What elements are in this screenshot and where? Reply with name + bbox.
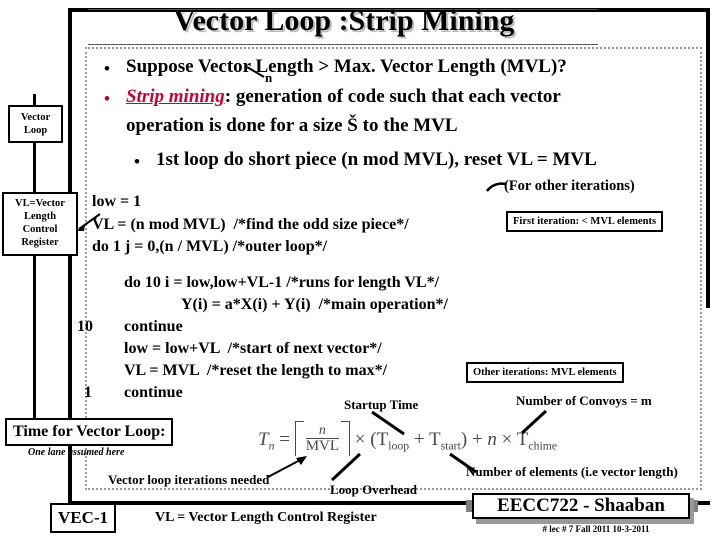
annotation-box-other-iterations: Other iterations: MVL elements — [466, 362, 624, 383]
code-line-4: Y(i) = a*X(i) + Y(i) /*main operation*/ — [181, 296, 448, 313]
formula-frac-numerator: n — [318, 422, 326, 438]
bullet-marker-1: • — [104, 59, 110, 78]
formula-times-2: × — [501, 428, 513, 450]
ceiling-bracket-right-icon — [341, 421, 351, 456]
formula-lhs-sub: n — [268, 439, 275, 453]
bullet-marker-3: • — [134, 152, 140, 171]
label-startup-time: Startup Time — [344, 397, 419, 412]
code-label-1: 1 — [84, 384, 92, 401]
formula-plus-2: + — [471, 428, 483, 450]
connector-bottom — [33, 256, 36, 422]
footer-caption: VL = Vector Length Control Register — [155, 510, 377, 525]
formula-sub-loop: loop — [388, 439, 410, 453]
loop-overhead-leader — [330, 452, 362, 482]
bullet-first-loop: 1st loop do short piece (n mod MVL), res… — [156, 149, 597, 170]
code-line-6: low = low+VL /*start of next vector*/ — [124, 340, 382, 357]
annotation-box-first-iteration: First iteration: < MVL elements — [506, 211, 664, 232]
bullet-mvl-question: Suppose Vector Length > Max. Vector Leng… — [126, 56, 567, 77]
strip-mining-line-2: operation is done for a size Š to the MV… — [126, 115, 458, 136]
code-line-3: do 10 i = low,low+VL-1 /*runs for length… — [124, 274, 440, 291]
n-annotation-arrow — [246, 66, 265, 78]
strip-mining-text: : generation of code such that each vect… — [224, 86, 561, 107]
formula-paren-close: ) — [460, 428, 468, 450]
one-lane-note: One lane assumed here — [28, 447, 125, 458]
formula-times-1: × — [354, 428, 366, 450]
bullet-marker-2: • — [104, 89, 110, 108]
page-title: Vector Loop :Strip Mining — [173, 4, 515, 37]
side-box-vl-register: VL=Vector Length Control Register — [2, 192, 78, 256]
formula-fraction: n MVL — [305, 422, 340, 455]
bullet-strip-mining: Strip mining: generation of code such th… — [126, 87, 561, 107]
formula-plus-tstart: + T — [413, 428, 441, 450]
code-line-8: continue — [124, 384, 183, 401]
convoys-leader — [520, 409, 548, 435]
vector-loop-iterations-leader — [267, 456, 307, 478]
formula-n-var: n — [487, 428, 497, 450]
formula-equals: = — [279, 428, 290, 450]
label-number-of-convoys: Number of Convoys = m — [516, 393, 652, 408]
for-other-iterations-label: (For other iterations) — [504, 178, 635, 194]
vector-loop-time-formula: Tn = n MVL × (Tloop + Tstart) + n × Tchim… — [258, 421, 558, 458]
footer-vec-tag: VEC-1 — [50, 503, 116, 533]
course-banner: EECC722 - Shaaban — [472, 493, 690, 519]
label-vector-loop-iterations: Vector loop iterations needed — [108, 472, 270, 487]
formula-sub-chime: chime — [528, 439, 558, 453]
label-number-of-elements: Number of elements (i.e vector length) — [466, 464, 678, 479]
time-for-vector-loop-label: Time for Vector Loop: — [5, 418, 174, 446]
code-line-2: do 1 j = 0,(n / MVL) /*outer loop*/ — [92, 238, 328, 255]
code-line-7: VL = MVL /*reset the length to max*/ — [124, 362, 388, 379]
n-annotation-label: n — [265, 70, 273, 85]
code-line-0: low = 1 — [92, 193, 142, 210]
footer-meta: # lec # 7 Fall 2011 10-3-2011 — [542, 524, 650, 534]
label-loop-overhead: Loop Overhead — [330, 482, 418, 497]
side-box-vector-loop: Vector Loop — [8, 105, 63, 143]
slide-frame-right-edge — [706, 8, 710, 308]
ceiling-bracket-left-icon — [294, 421, 304, 456]
code-label-10: 10 — [77, 318, 93, 335]
code-line-5: continue — [124, 318, 183, 335]
startup-time-leader — [371, 410, 405, 436]
strip-mining-term: Strip mining — [126, 86, 225, 107]
connector-middle — [33, 143, 36, 193]
code-line-1: VL = (n mod MVL) /*find the odd size pie… — [92, 216, 409, 233]
formula-lhs: T — [258, 428, 269, 450]
formula-sub-start: start — [440, 439, 461, 453]
